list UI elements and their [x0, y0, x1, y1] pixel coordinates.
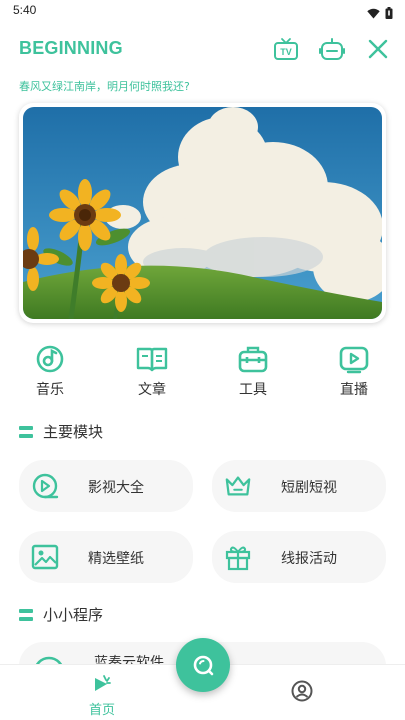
nav-home[interactable]: 首页 [82, 675, 122, 718]
banner-image[interactable] [19, 103, 386, 323]
status-time: 5:40 [13, 3, 37, 17]
module-card-label: 短剧短视 [281, 480, 337, 496]
svg-text:TV: TV [280, 47, 292, 57]
search-icon [193, 655, 214, 676]
quick-nav-article[interactable]: 文章 [117, 343, 187, 399]
tv-icon[interactable]: TV [273, 36, 299, 62]
poem-text: 春风又绿江南岸，明月何时照我还? [19, 80, 190, 93]
profile-icon[interactable] [291, 680, 315, 704]
quick-nav: 音乐 文章 工具 直播 [0, 343, 405, 403]
quick-nav-live-label: 直播 [340, 382, 368, 398]
nav-home-label: 首页 [88, 703, 115, 718]
battery-icon [385, 4, 393, 23]
live-icon [337, 343, 371, 375]
module-card-label: 线报活动 [281, 551, 337, 567]
status-bar: 5:40 [0, 0, 405, 22]
section-label: 主要模块 [43, 423, 104, 441]
close-icon[interactable] [365, 36, 391, 62]
home-icon [95, 675, 111, 691]
section-title-main-modules: 主要模块 [19, 421, 103, 442]
search-fab[interactable] [176, 638, 230, 692]
module-card-deals[interactable]: 线报活动 [212, 531, 386, 583]
module-card-label: 影视大全 [88, 480, 144, 496]
toolbox-icon [236, 343, 270, 375]
module-card-label: 精选壁纸 [88, 551, 144, 567]
section-marker-icon [19, 425, 33, 438]
wifi-icon [367, 4, 380, 23]
quick-nav-music-label: 音乐 [36, 382, 64, 398]
app-title: BEGINNING [19, 38, 123, 58]
quick-nav-tools[interactable]: 工具 [218, 343, 288, 399]
section-label: 小小程序 [43, 606, 104, 624]
section-marker-icon [19, 608, 33, 621]
robot-icon[interactable] [319, 36, 345, 62]
book-icon [135, 343, 169, 375]
module-card-short-drama[interactable]: 短剧短视 [212, 460, 386, 512]
quick-nav-music[interactable]: 音乐 [15, 343, 85, 399]
section-title-mini-programs: 小小程序 [19, 604, 103, 625]
header-actions: TV [273, 36, 391, 62]
module-card-wallpaper[interactable]: 精选壁纸 [19, 531, 193, 583]
quick-nav-article-label: 文章 [138, 382, 166, 398]
quick-nav-tools-label: 工具 [239, 382, 267, 398]
module-card-movies[interactable]: 影视大全 [19, 460, 193, 512]
quick-nav-live[interactable]: 直播 [319, 343, 389, 399]
status-icons [367, 4, 393, 23]
music-icon [33, 343, 67, 375]
